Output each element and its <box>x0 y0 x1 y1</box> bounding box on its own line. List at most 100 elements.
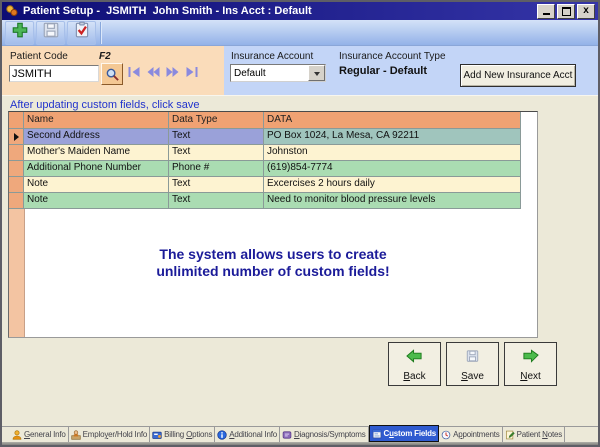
arrow-right-icon <box>522 343 539 366</box>
button-label: Back <box>403 371 425 382</box>
insurance-account-type-value: Regular - Default <box>339 65 427 77</box>
previous-record-icon <box>146 66 161 78</box>
cell-data[interactable]: (619)854-7774 <box>264 161 521 177</box>
cell-name[interactable]: Mother's Maiden Name <box>24 145 169 161</box>
patient-code-hotkey: F2 <box>99 51 111 62</box>
table-row: Mother's Maiden NameTextJohnston <box>9 145 537 161</box>
info-banner-line1: The system allows users to create <box>9 246 537 263</box>
tab-appointments[interactable]: Appointments <box>439 427 503 442</box>
patient-search-button[interactable] <box>101 63 123 85</box>
minimize-button[interactable] <box>537 4 555 19</box>
add-new-insurance-acct-button[interactable]: Add New Insurance Acct <box>460 64 576 87</box>
patient-setup-window: Patient Setup - JSMITH John Smith - Ins … <box>0 0 600 447</box>
insurance-account-select[interactable]: Default <box>230 64 326 82</box>
row-selector-cell[interactable] <box>9 193 24 209</box>
cell-data-type[interactable]: Text <box>169 177 264 193</box>
table-row: NoteTextExcercises 2 hours daily <box>9 177 537 193</box>
patient-code-input[interactable] <box>9 65 99 82</box>
row-selector-cell[interactable] <box>9 145 24 161</box>
back-button[interactable]: Back <box>388 342 441 386</box>
save-button[interactable] <box>36 21 65 45</box>
cell-data-type[interactable]: Text <box>169 193 264 209</box>
cell-data[interactable]: Excercises 2 hours daily <box>264 177 521 193</box>
window-bottom-frame <box>2 442 598 447</box>
tab-label: Employer/Hold Info <box>83 430 147 439</box>
add-patient-button[interactable] <box>5 21 34 45</box>
column-header-name[interactable]: Name <box>24 112 169 129</box>
last-record-icon <box>184 66 199 78</box>
info-banner-line2: unlimited number of custom fields! <box>9 263 537 280</box>
minimize-icon <box>543 13 550 15</box>
button-label: Next <box>520 371 541 382</box>
table-row: Additional Phone NumberPhone #(619)854-7… <box>9 161 537 177</box>
cell-data-type[interactable]: Text <box>169 145 264 161</box>
patient-code-label: Patient Code <box>10 51 68 62</box>
title-bar: Patient Setup - JSMITH John Smith - Ins … <box>2 2 598 20</box>
tab-general-info[interactable]: General Info <box>10 427 69 442</box>
next-record-icon <box>165 66 180 78</box>
app-icon <box>5 4 19 18</box>
close-button[interactable]: x <box>577 4 595 19</box>
clipboard-check-icon <box>73 21 91 44</box>
tab-label: Diagnosis/Symptoms <box>294 430 366 439</box>
button-label: Save <box>461 371 484 382</box>
tab-additional-info[interactable]: Additional Info <box>215 427 280 442</box>
info-icon <box>217 430 227 440</box>
search-icon <box>105 67 120 82</box>
arrow-left-icon <box>406 343 423 366</box>
tab-employer-hold-info[interactable]: Employer/Hold Info <box>69 427 150 442</box>
patient-code-panel: Patient Code F2 <box>2 46 224 95</box>
next-record-button[interactable] <box>165 66 180 78</box>
cell-data[interactable]: Johnston <box>264 145 521 161</box>
cell-name[interactable]: Additional Phone Number <box>24 161 169 177</box>
maximize-button[interactable] <box>557 4 575 19</box>
floppy-icon <box>464 343 481 366</box>
cell-name[interactable]: Second Address <box>24 129 169 145</box>
tab-diagnosis-symptoms[interactable]: Diagnosis/Symptoms <box>280 427 369 442</box>
window-title: Patient Setup - JSMITH John Smith - Ins … <box>23 5 535 17</box>
current-row-arrow-icon <box>14 133 19 141</box>
floppy-icon <box>42 21 60 44</box>
wizard-buttons: Back Save Next <box>388 342 557 386</box>
insurance-panel: Insurance Account Default Insurance Acco… <box>224 46 598 95</box>
clock-icon <box>441 430 451 440</box>
record-navigator <box>127 66 199 78</box>
info-banner: The system allows users to create unlimi… <box>9 246 537 280</box>
tab-label: Billing Options <box>164 430 212 439</box>
tab-label: Patient Notes <box>517 430 562 439</box>
row-selector-cell[interactable] <box>9 161 24 177</box>
diagnosis-icon <box>282 430 292 440</box>
tab-label: General Info <box>24 430 66 439</box>
cell-name[interactable]: Note <box>24 177 169 193</box>
cell-data[interactable]: PO Box 1024, La Mesa, CA 92211 <box>264 129 521 145</box>
cell-data[interactable]: Need to monitor blood pressure levels <box>264 193 521 209</box>
tab-patient-notes[interactable]: Patient Notes <box>503 427 565 442</box>
cell-data-type[interactable]: Phone # <box>169 161 264 177</box>
first-record-button[interactable] <box>127 66 142 78</box>
row-selector-cell[interactable] <box>9 129 24 145</box>
verify-button[interactable] <box>67 21 96 45</box>
close-icon: x <box>583 6 589 16</box>
cell-name[interactable]: Note <box>24 193 169 209</box>
column-header-data[interactable]: DATA <box>264 112 521 129</box>
tab-custom-fields[interactable]: Custom Fields <box>369 425 440 442</box>
previous-record-button[interactable] <box>146 66 161 78</box>
next-button[interactable]: Next <box>504 342 557 386</box>
first-record-icon <box>127 66 142 78</box>
main-content: After updating custom fields, click save… <box>2 96 598 426</box>
save-button[interactable]: Save <box>446 342 499 386</box>
main-toolbar <box>2 20 598 46</box>
parameter-bar: Patient Code F2 Insurance Account Defaul… <box>2 46 598 96</box>
last-record-button[interactable] <box>184 66 199 78</box>
row-selector-cell[interactable] <box>9 177 24 193</box>
custom-fields-icon <box>372 429 382 439</box>
column-header-type[interactable]: Data Type <box>169 112 264 129</box>
cell-data-type[interactable]: Text <box>169 129 264 145</box>
status-message: After updating custom fields, click save <box>10 99 200 111</box>
custom-fields-grid: NameData TypeDATASecond AddressTextPO Bo… <box>8 111 538 338</box>
toolbar-divider <box>100 22 102 44</box>
insurance-account-label: Insurance Account <box>231 51 313 62</box>
tab-billing-options[interactable]: Billing Options <box>150 427 215 442</box>
tab-bar: General Info Employer/Hold Info Billing Op… <box>2 426 598 442</box>
grid-corner-cell <box>9 112 24 129</box>
